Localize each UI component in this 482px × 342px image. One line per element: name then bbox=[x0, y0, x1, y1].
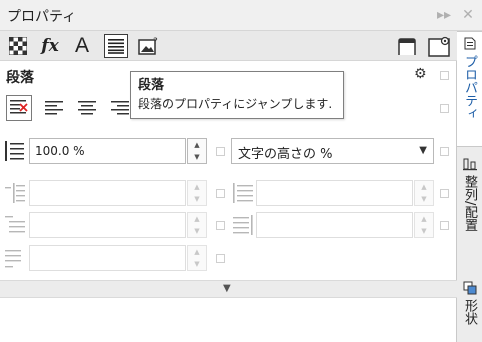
tooltip: 段落 段落のプロパティにジャンプします. bbox=[130, 71, 344, 119]
spin-down-icon[interactable]: ▼ bbox=[188, 258, 206, 270]
line-spacing-input[interactable] bbox=[29, 138, 186, 164]
first-line-indent-icon bbox=[5, 182, 25, 204]
spin-up-icon[interactable]: ▲ bbox=[415, 181, 433, 193]
spin-up-icon[interactable]: ▲ bbox=[188, 181, 206, 193]
right-indent-icon bbox=[233, 214, 253, 236]
spin-down-icon[interactable]: ▼ bbox=[188, 151, 206, 163]
properties-toolbar: fx A ? bbox=[0, 31, 457, 61]
tab-align-label: 整列/配置 bbox=[462, 175, 477, 232]
close-icon[interactable]: ✕ bbox=[458, 5, 478, 25]
lock-checkbox[interactable] bbox=[440, 71, 449, 80]
alignment-lock-checkbox[interactable] bbox=[440, 104, 449, 113]
chevron-down-icon[interactable]: ▼ bbox=[223, 283, 231, 294]
space-before-checkbox[interactable] bbox=[216, 221, 225, 230]
tab-properties[interactable]: プロパティ bbox=[457, 31, 482, 147]
tooltip-description: 段落のプロパティにジャンプします. bbox=[138, 97, 333, 111]
space-after-checkbox[interactable] bbox=[216, 254, 225, 263]
space-after-icon bbox=[5, 247, 25, 269]
properties-tab-icon bbox=[464, 37, 475, 50]
image-frame-icon[interactable]: ? bbox=[137, 34, 161, 58]
first-line-indent-stepper[interactable]: ▲ ▼ bbox=[187, 180, 207, 206]
paragraph-icon[interactable] bbox=[104, 34, 128, 58]
line-spacing-stepper[interactable]: ▲ ▼ bbox=[187, 138, 207, 164]
tab-shape-label: 形状 bbox=[462, 299, 477, 325]
first-line-indent-checkbox[interactable] bbox=[216, 189, 225, 198]
effects-fx-icon[interactable]: fx bbox=[38, 34, 62, 58]
docker-title: プロパティ bbox=[7, 9, 77, 25]
spin-up-icon[interactable]: ▲ bbox=[188, 139, 206, 151]
character-icon[interactable]: A bbox=[70, 34, 94, 58]
shape-tab-icon bbox=[463, 281, 476, 295]
align-center-icon[interactable] bbox=[74, 95, 100, 121]
line-spacing-unit-value: 文字の高さの % bbox=[238, 147, 333, 162]
align-tab-icon bbox=[462, 158, 477, 171]
space-before-input[interactable] bbox=[29, 212, 186, 238]
space-after-stepper[interactable]: ▲ ▼ bbox=[187, 245, 207, 271]
tab-properties-label: プロパティ bbox=[462, 55, 477, 120]
left-indent-stepper[interactable]: ▲ ▼ bbox=[414, 180, 434, 206]
text-frame-settings-icon[interactable] bbox=[427, 33, 453, 59]
tooltip-title: 段落 bbox=[138, 78, 165, 93]
svg-text:?: ? bbox=[153, 37, 158, 47]
line-spacing-unit-select[interactable]: 文字の高さの % ▼ bbox=[231, 138, 434, 164]
spin-down-icon[interactable]: ▼ bbox=[188, 225, 206, 237]
first-line-indent-input[interactable] bbox=[29, 180, 186, 206]
right-indent-input[interactable] bbox=[256, 212, 413, 238]
spin-up-icon[interactable]: ▲ bbox=[415, 213, 433, 225]
line-spacing-value[interactable] bbox=[30, 139, 185, 163]
right-indent-checkbox[interactable] bbox=[440, 221, 449, 230]
docker-title-bar: プロパティ ▸▸ ✕ bbox=[0, 0, 482, 31]
spin-down-icon[interactable]: ▼ bbox=[415, 193, 433, 205]
left-indent-checkbox[interactable] bbox=[440, 189, 449, 198]
tab-shape[interactable]: 形状 bbox=[457, 277, 482, 342]
space-before-icon bbox=[5, 214, 25, 236]
paragraph-section-title: 段落 bbox=[6, 70, 34, 86]
expand-section-bar[interactable]: ▼ bbox=[0, 280, 457, 298]
spin-down-icon[interactable]: ▼ bbox=[188, 193, 206, 205]
unit-lock-checkbox[interactable] bbox=[440, 147, 449, 156]
space-after-input[interactable] bbox=[29, 245, 186, 271]
expand-icon[interactable]: ▸▸ bbox=[434, 5, 454, 25]
left-indent-input[interactable] bbox=[256, 180, 413, 206]
tab-align-distribute[interactable]: 整列/配置 bbox=[457, 151, 482, 277]
no-alignment-icon[interactable] bbox=[6, 95, 32, 121]
docker-tabs: プロパティ 整列/配置 形状 bbox=[457, 31, 482, 342]
fill-checker-icon[interactable] bbox=[6, 34, 30, 58]
left-indent-icon bbox=[233, 182, 253, 204]
align-left-icon[interactable] bbox=[41, 95, 67, 121]
right-indent-stepper[interactable]: ▲ ▼ bbox=[414, 212, 434, 238]
spin-up-icon[interactable]: ▲ bbox=[188, 246, 206, 258]
line-spacing-lock-checkbox[interactable] bbox=[216, 147, 225, 156]
space-before-stepper[interactable]: ▲ ▼ bbox=[187, 212, 207, 238]
line-spacing-icon bbox=[5, 140, 25, 162]
gear-icon[interactable]: ⚙ bbox=[414, 66, 427, 82]
chevron-down-icon: ▼ bbox=[419, 145, 427, 156]
spin-down-icon[interactable]: ▼ bbox=[415, 225, 433, 237]
frame-icon[interactable] bbox=[394, 33, 420, 59]
spin-up-icon[interactable]: ▲ bbox=[188, 213, 206, 225]
